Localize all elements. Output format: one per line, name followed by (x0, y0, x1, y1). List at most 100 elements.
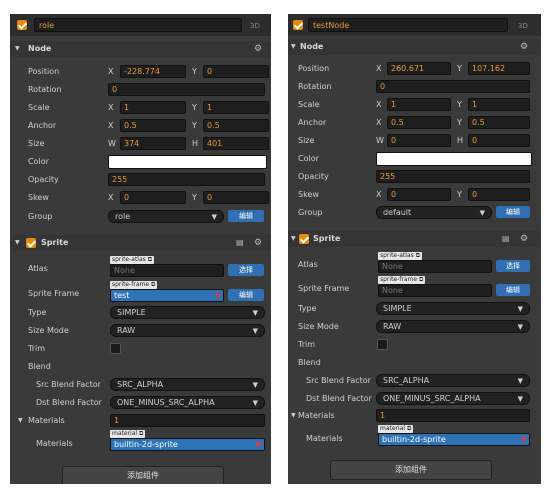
size-h-input[interactable]: 0 (468, 134, 530, 147)
link-icon[interactable]: ⧉ (416, 252, 420, 259)
material-asset-field[interactable]: builtin-2d-sprite ✖ (110, 438, 265, 451)
skew-y-input[interactable]: 0 (468, 188, 530, 201)
sprite-enabled-checkbox[interactable] (299, 234, 309, 244)
trim-checkbox[interactable] (377, 339, 388, 350)
skew-x-input[interactable]: 0 (120, 191, 186, 204)
group-edit-button[interactable]: 编辑 (496, 206, 530, 218)
close-icon[interactable]: ✖ (520, 434, 527, 446)
materials-count-input[interactable]: 1 (376, 409, 530, 422)
atlas-asset-field[interactable]: None (110, 264, 224, 277)
link-icon[interactable]: ⧉ (151, 281, 155, 288)
size-w-input[interactable]: 0 (387, 134, 451, 147)
dst-blend-label: Dst Blend Factor (36, 398, 102, 407)
size-h-input[interactable]: 401 (203, 137, 269, 150)
add-component-button[interactable]: 添加组件 (330, 460, 492, 480)
link-icon[interactable]: ⧉ (148, 256, 152, 263)
scale-x-input[interactable]: 1 (387, 98, 451, 111)
group-select[interactable]: default ▼ (376, 206, 492, 219)
triangle-down-icon[interactable]: ▼ (291, 412, 296, 419)
link-icon[interactable]: ⧉ (419, 276, 423, 283)
node-section-header[interactable]: ▼ Node ⚙ (288, 39, 541, 55)
dst-blend-select[interactable]: ONE_MINUS_SRC_ALPHA ▼ (110, 396, 265, 409)
group-edit-button[interactable]: 编辑 (228, 210, 264, 222)
size-mode-select[interactable]: RAW ▼ (110, 324, 265, 337)
anchor-y-input[interactable]: 0.5 (468, 116, 530, 129)
sprite-section-header[interactable]: ▼ Sprite ▤ ⚙ (288, 231, 541, 247)
y-axis-label: Y (457, 64, 462, 73)
node-name-input[interactable]: role (34, 18, 242, 32)
size-label: Size (298, 136, 315, 145)
close-icon[interactable]: ✖ (255, 439, 262, 451)
scale-y-input[interactable]: 1 (203, 101, 269, 114)
size-mode-value: RAW (117, 326, 136, 335)
type-select[interactable]: SIMPLE ▼ (376, 302, 530, 315)
node-name-input[interactable]: testNode (308, 18, 508, 32)
book-icon[interactable]: ▤ (236, 235, 244, 251)
3d-toggle[interactable]: 3D (250, 22, 260, 30)
atlas-select-button[interactable]: 选择 (496, 260, 530, 272)
opacity-label: Opacity (298, 172, 329, 181)
sprite-frame-edit-button[interactable]: 编辑 (496, 284, 530, 296)
position-y-input[interactable]: 0 (203, 65, 269, 78)
sprite-frame-asset-field[interactable]: test ✖ (110, 289, 224, 302)
dst-blend-select[interactable]: ONE_MINUS_SRC_ALPHA ▼ (376, 392, 530, 405)
anchor-label: Anchor (298, 118, 327, 127)
type-select[interactable]: SIMPLE ▼ (110, 306, 265, 319)
x-axis-label: X (376, 190, 382, 199)
position-y-input[interactable]: 107.162 (468, 62, 530, 75)
anchor-x-input[interactable]: 0.5 (120, 119, 186, 132)
material-asset-field[interactable]: builtin-2d-sprite ✖ (378, 433, 530, 446)
triangle-down-icon[interactable]: ▼ (18, 417, 23, 424)
asset-value: test (114, 291, 130, 300)
gear-icon[interactable]: ⚙ (520, 39, 528, 55)
scale-y-input[interactable]: 1 (468, 98, 530, 111)
node-active-checkbox[interactable] (293, 20, 303, 30)
group-value: default (383, 208, 412, 217)
y-axis-label: Y (457, 118, 462, 127)
sprite-frame-asset-field[interactable]: None (378, 284, 492, 297)
asset-type-label: sprite-frame (380, 276, 418, 283)
link-icon[interactable]: ⧉ (407, 425, 411, 432)
rotation-input[interactable]: 0 (108, 83, 265, 96)
position-x-input[interactable]: 260.671 (387, 62, 451, 75)
h-axis-label: H (457, 136, 464, 145)
atlas-asset-field[interactable]: None (378, 260, 492, 273)
size-w-input[interactable]: 374 (120, 137, 186, 150)
node-active-checkbox[interactable] (17, 20, 27, 30)
chevron-down-icon: ▼ (517, 395, 523, 403)
node-section-header[interactable]: ▼ Node ⚙ (10, 41, 271, 57)
trim-label: Trim (298, 340, 316, 349)
skew-x-input[interactable]: 0 (387, 188, 451, 201)
sprite-enabled-checkbox[interactable] (26, 238, 36, 248)
sprite-frame-edit-button[interactable]: 编辑 (228, 289, 264, 301)
size-mode-select[interactable]: RAW ▼ (376, 320, 530, 333)
gear-icon[interactable]: ⚙ (520, 231, 528, 247)
section-title: Sprite (313, 234, 341, 243)
link-icon[interactable]: ⧉ (139, 430, 143, 437)
group-select[interactable]: role ▼ (108, 210, 224, 223)
w-axis-label: W (376, 136, 384, 145)
anchor-x-input[interactable]: 0.5 (387, 116, 451, 129)
scale-x-input[interactable]: 1 (120, 101, 186, 114)
src-blend-select[interactable]: SRC_ALPHA ▼ (376, 374, 530, 387)
book-icon[interactable]: ▤ (502, 231, 510, 247)
color-swatch[interactable] (108, 155, 267, 169)
sprite-section-header[interactable]: ▼ Sprite ▤ ⚙ (10, 235, 271, 251)
add-component-button[interactable]: 添加组件 (62, 466, 224, 484)
anchor-y-input[interactable]: 0.5 (203, 119, 269, 132)
gear-icon[interactable]: ⚙ (254, 41, 262, 57)
atlas-select-button[interactable]: 选择 (228, 264, 264, 276)
3d-toggle[interactable]: 3D (518, 22, 528, 30)
close-icon[interactable]: ✖ (214, 290, 221, 302)
opacity-input[interactable]: 255 (376, 170, 530, 183)
opacity-input[interactable]: 255 (108, 173, 265, 186)
color-swatch[interactable] (376, 152, 532, 166)
src-blend-select[interactable]: SRC_ALPHA ▼ (110, 378, 265, 391)
materials-count-input[interactable]: 1 (110, 414, 265, 427)
trim-checkbox[interactable] (110, 343, 121, 354)
skew-y-input[interactable]: 0 (203, 191, 269, 204)
gear-icon[interactable]: ⚙ (254, 235, 262, 251)
rotation-input[interactable]: 0 (376, 80, 530, 93)
position-x-input[interactable]: -228.774 (120, 65, 186, 78)
sprite-frame-tag: sprite-frame ⧉ (378, 276, 426, 284)
